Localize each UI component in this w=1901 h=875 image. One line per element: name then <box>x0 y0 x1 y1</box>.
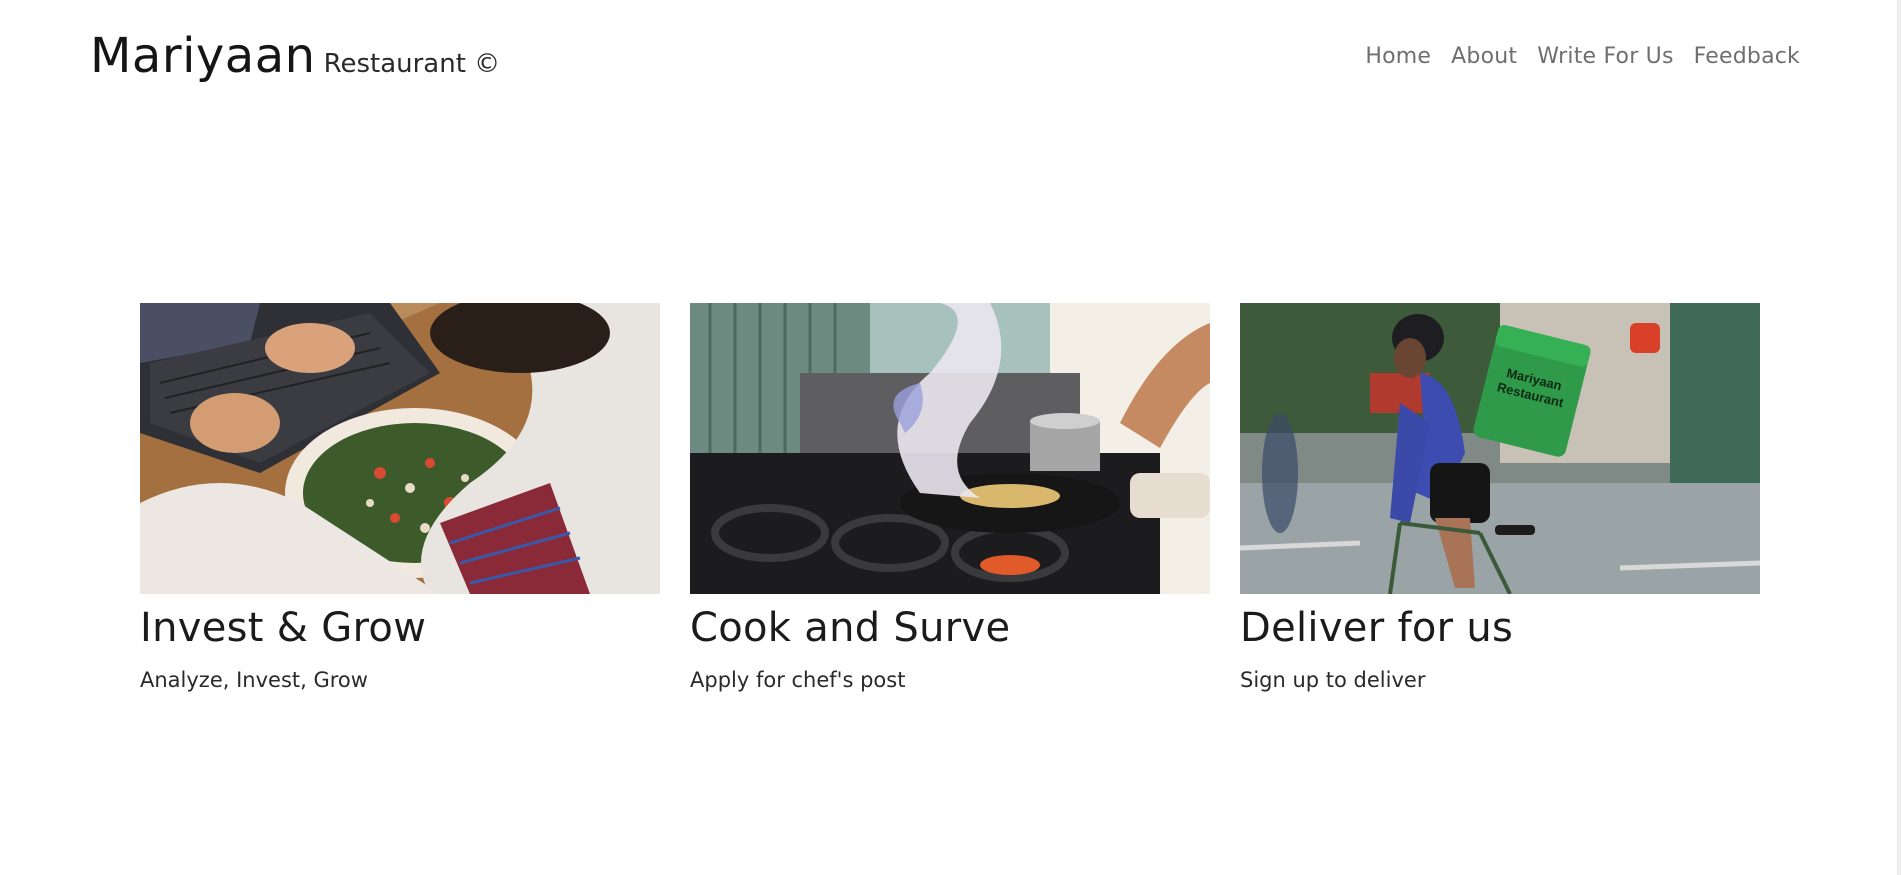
nav-write-for-us-link[interactable]: Write For Us <box>1537 44 1673 69</box>
delivery-cyclist-photo[interactable]: Mariyaan Restaurant <box>1240 303 1760 594</box>
card-title[interactable]: Cook and Surve <box>690 606 1210 650</box>
nav-about-link[interactable]: About <box>1451 44 1517 69</box>
feature-cards: Invest & Grow Analyze, Invest, Grow Cook… <box>140 303 1760 692</box>
laptop-salad-photo[interactable] <box>140 303 660 594</box>
card-deliver[interactable]: Mariyaan Restaurant Deliver for us Sign … <box>1240 303 1760 692</box>
chef-flambe-photo[interactable] <box>690 303 1210 594</box>
brand-name: Mariyaan <box>90 28 316 84</box>
nav-home-link[interactable]: Home <box>1365 44 1431 69</box>
scrollbar[interactable] <box>1897 0 1901 875</box>
nav-feedback-link[interactable]: Feedback <box>1694 44 1800 69</box>
card-title[interactable]: Invest & Grow <box>140 606 660 650</box>
card-subtitle: Analyze, Invest, Grow <box>140 668 368 692</box>
card-title[interactable]: Deliver for us <box>1240 606 1760 650</box>
card-subtitle: Sign up to deliver <box>1240 668 1426 692</box>
card-invest[interactable]: Invest & Grow Analyze, Invest, Grow <box>140 303 660 692</box>
card-subtitle: Apply for chef's post <box>690 668 906 692</box>
page: Mariyaan Restaurant © Home About Write F… <box>0 0 1901 875</box>
card-cook[interactable]: Cook and Surve Apply for chef's post <box>690 303 1210 692</box>
brand-subtitle: Restaurant © <box>323 49 501 79</box>
main-nav: Home About Write For Us Feedback <box>1365 44 1800 69</box>
brand-logo[interactable]: Mariyaan Restaurant © <box>90 28 500 84</box>
